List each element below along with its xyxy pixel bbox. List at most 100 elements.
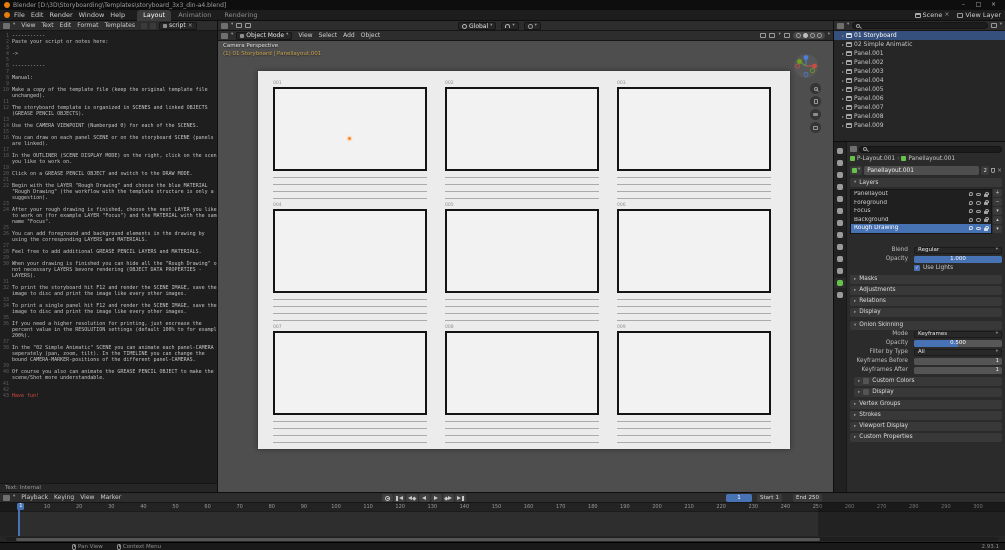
- layer-row[interactable]: Background: [851, 216, 991, 225]
- panel-frame[interactable]: [273, 331, 427, 415]
- panel-frame[interactable]: [617, 331, 771, 415]
- layer-list-button[interactable]: ▾: [993, 225, 1002, 233]
- menu-item[interactable]: Object: [358, 32, 384, 39]
- collapsed-panel-header[interactable]: ▸ Adjustments: [850, 285, 1002, 295]
- disclosure-icon[interactable]: ▸: [842, 114, 844, 119]
- camera-view-button[interactable]: [810, 109, 821, 120]
- show-gizmo-icon[interactable]: [760, 33, 767, 38]
- collapsed-panel-header[interactable]: ▸ Relations: [850, 296, 1002, 306]
- layer-row[interactable]: Foreground: [851, 199, 991, 208]
- outliner-row[interactable]: ▸ Panel.008: [834, 112, 1005, 121]
- onion-skin-icon[interactable]: [969, 217, 973, 222]
- layers-panel-header[interactable]: ▾ Layers: [850, 178, 1002, 187]
- unlink-datablock-icon[interactable]: ×: [997, 167, 1002, 174]
- panel-frame[interactable]: [617, 87, 771, 171]
- timeline-scrollbar[interactable]: [6, 537, 999, 541]
- jump-to-start-button[interactable]: [394, 494, 405, 502]
- onion-skin-icon[interactable]: [969, 200, 973, 205]
- panel-frame[interactable]: [445, 331, 599, 415]
- transform-orientation-dropdown[interactable]: Global ▾: [458, 22, 497, 30]
- keyframes-after-field[interactable]: 1: [914, 366, 1002, 374]
- menu-item[interactable]: Text: [39, 22, 57, 29]
- tool-option2-icon[interactable]: [245, 23, 252, 28]
- move-view-button[interactable]: [810, 96, 821, 107]
- panel-frame[interactable]: [445, 87, 599, 171]
- panel-checkbox[interactable]: [863, 389, 870, 395]
- solid-shading-icon[interactable]: [802, 33, 808, 38]
- disclosure-icon[interactable]: ▸: [842, 105, 844, 110]
- close-button[interactable]: ×: [986, 0, 1001, 10]
- outliner-row[interactable]: ▸ Panel.001: [834, 49, 1005, 58]
- maximize-button[interactable]: □: [971, 0, 986, 10]
- tab-output-icon[interactable]: [834, 170, 846, 180]
- menu-item[interactable]: View: [18, 22, 38, 29]
- play-reverse-button[interactable]: [418, 494, 430, 502]
- keyframes-before-field[interactable]: 1: [914, 357, 1002, 365]
- menu-item[interactable]: Edit: [28, 11, 47, 19]
- layer-row[interactable]: Focus: [851, 207, 991, 216]
- tab-modifiers-icon[interactable]: [834, 230, 846, 240]
- zoom-button[interactable]: [810, 83, 821, 94]
- workspace-tab[interactable]: Animation: [172, 10, 217, 21]
- lock-icon[interactable]: [984, 225, 989, 231]
- outliner-row[interactable]: ▸ Panel.005: [834, 85, 1005, 94]
- auto-keying-button[interactable]: [382, 494, 393, 502]
- menu-item[interactable]: Help: [107, 11, 128, 19]
- menu-item[interactable]: Format: [74, 22, 101, 29]
- onion-skin-icon[interactable]: [969, 192, 973, 197]
- current-frame-field[interactable]: 1: [726, 494, 752, 502]
- use-lights-checkbox[interactable]: ✓: [914, 265, 920, 271]
- viewport-canvas[interactable]: Camera Perspective (1) 01 Storyboard | P…: [218, 41, 833, 492]
- play-button[interactable]: [430, 494, 442, 502]
- eye-icon[interactable]: [976, 226, 981, 230]
- tab-object-data-icon[interactable]: [834, 278, 846, 288]
- lock-icon[interactable]: [984, 217, 989, 223]
- menu-item[interactable]: View: [295, 32, 315, 39]
- datablock-type-selector[interactable]: ▾: [850, 166, 863, 175]
- eye-icon[interactable]: [976, 218, 981, 222]
- jump-to-end-button[interactable]: [455, 494, 466, 502]
- disclosure-icon[interactable]: ▸: [842, 69, 844, 74]
- outliner-search-input[interactable]: [852, 22, 988, 29]
- menu-item[interactable]: Marker: [97, 494, 124, 501]
- fake-user-icon[interactable]: [990, 168, 995, 173]
- unlink-text-icon[interactable]: ×: [188, 22, 193, 29]
- menu-item[interactable]: Add: [340, 32, 358, 39]
- layer-list-button[interactable]: +: [993, 189, 1002, 197]
- collapsed-panel-header[interactable]: ▸ Vertex Groups: [850, 399, 1002, 409]
- timeline-editor-type-icon[interactable]: [3, 494, 10, 501]
- outliner-row[interactable]: ▸ Panel.002: [834, 58, 1005, 67]
- rendered-shading-icon[interactable]: [816, 33, 822, 38]
- onion-filter-dropdown[interactable]: All ▾: [914, 348, 1002, 356]
- menu-item[interactable]: Select: [316, 32, 341, 39]
- layer-list-button[interactable]: −: [993, 198, 1002, 206]
- proportional-editing-dropdown[interactable]: ▾: [523, 22, 541, 30]
- properties-editor-type-icon[interactable]: [850, 146, 857, 152]
- navigation-gizmo[interactable]: [793, 53, 819, 79]
- snapping-dropdown[interactable]: ▾: [501, 22, 519, 30]
- blender-menu-icon[interactable]: [4, 12, 10, 18]
- frame-start-field[interactable]: Start 1: [757, 494, 782, 502]
- tab-material-icon[interactable]: [834, 290, 846, 300]
- view-layer-selector[interactable]: View Layer: [957, 11, 1001, 19]
- minimize-button[interactable]: –: [956, 0, 971, 10]
- onion-mode-dropdown[interactable]: Keyframes ▾: [914, 330, 1002, 338]
- onion-opacity-slider[interactable]: 0.500: [914, 339, 1002, 347]
- text-editor-type-icon[interactable]: [3, 22, 10, 29]
- panel-frame[interactable]: [617, 209, 771, 293]
- perspective-toggle-button[interactable]: [810, 122, 821, 133]
- tab-render-icon[interactable]: [834, 158, 846, 168]
- panel-frame[interactable]: [273, 87, 427, 171]
- outliner-row[interactable]: ▸ Panel.007: [834, 103, 1005, 112]
- playhead[interactable]: 1: [17, 503, 25, 536]
- collapsed-panel-header[interactable]: ▸ Strokes: [850, 410, 1002, 420]
- disclosure-icon[interactable]: ▸: [842, 123, 844, 128]
- panel-checkbox[interactable]: [863, 378, 870, 384]
- collapsed-panel-header[interactable]: ▸ Custom Properties: [850, 432, 1002, 442]
- mode-dropdown[interactable]: Object Mode ▾: [236, 31, 293, 40]
- panel-frame[interactable]: [445, 209, 599, 293]
- lock-icon[interactable]: [984, 200, 989, 206]
- blend-dropdown[interactable]: Regular ▾: [914, 246, 1002, 254]
- collapsed-panel-header[interactable]: ▸ Display: [850, 307, 1002, 317]
- outliner-editor-type-icon[interactable]: [837, 22, 844, 29]
